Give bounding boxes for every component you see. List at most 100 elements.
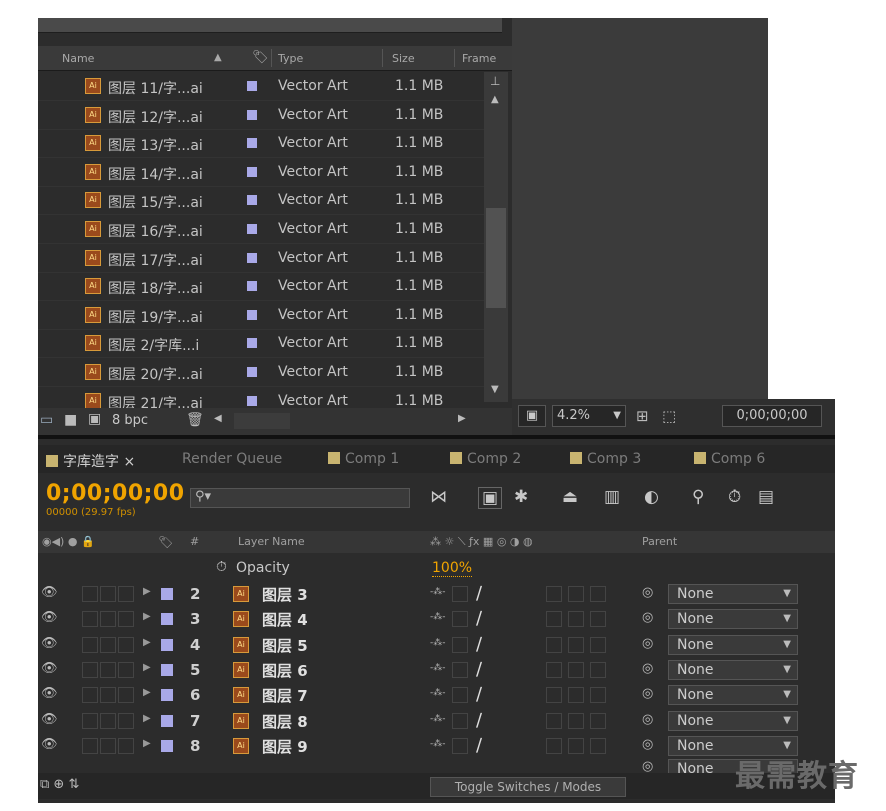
pick-whip-icon[interactable]: ◎ [642, 712, 653, 727]
layer-label-color[interactable] [161, 689, 173, 702]
shy-switch-icon[interactable]: -⁂- [430, 739, 446, 749]
frame-blending-icon[interactable]: ⏏ [562, 487, 578, 507]
opacity-value[interactable]: 100% [432, 560, 473, 577]
adjustment-switch[interactable] [568, 712, 584, 729]
project-item-row[interactable]: Ai 图层 17/字...ai Vector Art 1.1 MB [38, 244, 484, 273]
collapse-switch[interactable] [452, 661, 468, 678]
3d-layer-switch[interactable] [590, 712, 606, 729]
motion-blur-switch[interactable] [546, 687, 562, 704]
expand-triangle-icon[interactable]: ▶ [143, 738, 151, 749]
quality-slash-icon[interactable]: ∕ [476, 684, 482, 705]
visibility-eye-icon[interactable]: 👁 [41, 661, 58, 676]
project-item-row[interactable]: Ai 图层 16/字...ai Vector Art 1.1 MB [38, 215, 484, 244]
layer-row[interactable]: 👁 ▶ 4 Ai 图层 5 -⁂- ∕ ◎ None ▼ [38, 633, 835, 658]
adjustment-switch[interactable] [568, 611, 584, 628]
pick-whip-icon[interactable]: ◎ [642, 686, 653, 701]
expand-triangle-icon[interactable]: ▶ [143, 662, 151, 673]
column-frame[interactable]: Frame [462, 52, 496, 65]
comp-mini-flowchart-icon[interactable]: ⋈ [430, 487, 447, 507]
pick-whip-icon[interactable]: ◎ [642, 737, 653, 752]
layer-label-color[interactable] [161, 638, 173, 651]
visibility-eye-icon[interactable]: 👁 [41, 737, 58, 752]
label-tag-icon[interactable]: 🏷 [158, 535, 173, 549]
horizontal-scroll-thumb[interactable] [234, 413, 290, 429]
layer-name[interactable]: 图层 3 [262, 584, 308, 605]
layer-row[interactable]: 👁 ▶ 2 Ai 图层 3 -⁂- ∕ ◎ None ▼ [38, 582, 835, 607]
new-composition-icon[interactable]: ▣ [88, 411, 101, 427]
label-color-swatch[interactable] [247, 195, 257, 206]
project-item-row[interactable]: Ai 图层 13/字...ai Vector Art 1.1 MB [38, 129, 484, 159]
draft-3d-icon[interactable]: ▣ [478, 487, 503, 509]
collapse-switch[interactable] [452, 636, 468, 653]
collapse-switch[interactable] [452, 737, 468, 754]
parent-select[interactable]: None ▼ [668, 634, 798, 655]
expand-triangle-icon[interactable]: ▶ [143, 687, 151, 698]
project-scroll-thumb[interactable] [486, 208, 506, 308]
flowchart-icon[interactable]: ⊥ [490, 74, 500, 88]
expand-triangle-icon[interactable]: ▶ [143, 611, 151, 622]
project-item-row[interactable]: Ai 图层 18/字...ai Vector Art 1.1 MB [38, 272, 484, 302]
column-type[interactable]: Type [278, 52, 303, 65]
collapse-switch[interactable] [452, 611, 468, 628]
current-time-display[interactable]: 0;00;00;00 [46, 481, 185, 506]
adjustment-switch[interactable] [568, 687, 584, 704]
parent-select[interactable]: None ▼ [668, 609, 798, 630]
column-layer-name[interactable]: Layer Name [238, 535, 305, 548]
layer-name[interactable]: 图层 7 [262, 685, 308, 706]
motion-blur-icon[interactable]: ▥ [604, 487, 620, 507]
adjustment-switch[interactable] [568, 636, 584, 653]
motion-blur-switch[interactable] [546, 611, 562, 628]
layer-row[interactable]: 👁 ▶ 5 Ai 图层 6 -⁂- ∕ ◎ None ▼ [38, 658, 835, 683]
tab-comp-2[interactable]: Comp 1 [328, 451, 399, 467]
graph-toggle-icon[interactable]: ▤ [758, 487, 774, 507]
graph-editor-icon[interactable]: ◐ [644, 487, 659, 507]
layer-label-color[interactable] [161, 613, 173, 626]
audio-toggle[interactable] [82, 687, 98, 704]
solo-toggle[interactable] [100, 661, 116, 678]
audio-toggle[interactable] [82, 636, 98, 653]
solo-toggle[interactable] [100, 687, 116, 704]
tab-comp-3[interactable]: Comp 2 [450, 451, 521, 467]
collapse-switch[interactable] [452, 712, 468, 729]
visibility-eye-icon[interactable]: 👁 [41, 686, 58, 701]
expand-triangle-icon[interactable]: ▶ [143, 713, 151, 724]
shy-switch-icon[interactable]: -⁂- [430, 587, 446, 597]
shy-switch-icon[interactable]: -⁂- [430, 638, 446, 648]
label-color-swatch[interactable] [247, 81, 257, 91]
solo-toggle[interactable] [100, 737, 116, 754]
collapse-switch[interactable] [452, 687, 468, 704]
quality-slash-icon[interactable]: ∕ [476, 608, 482, 629]
3d-layer-switch[interactable] [590, 661, 606, 678]
visibility-eye-icon[interactable]: 👁 [41, 636, 58, 651]
sort-up-icon[interactable]: ▲ [214, 52, 222, 63]
label-color-swatch[interactable] [247, 252, 257, 263]
toggle-switches-modes-button[interactable]: Toggle Switches / Modes [430, 777, 626, 797]
av-features-icon[interactable]: ◉◀) ● 🔒 [42, 535, 95, 548]
scroll-up-icon[interactable]: ▲ [491, 94, 499, 105]
viewer-timecode[interactable]: 0;00;00;00 [722, 405, 822, 427]
trash-icon[interactable]: 🗑 [186, 412, 204, 428]
motion-blur-switch[interactable] [546, 712, 562, 729]
quality-slash-icon[interactable]: ∕ [476, 583, 482, 604]
shy-switch-icon[interactable]: -⁂- [430, 612, 446, 622]
pick-whip-icon[interactable]: ◎ [642, 636, 653, 651]
tab-comp-4[interactable]: Comp 3 [570, 451, 641, 467]
stopwatch-icon[interactable]: ⏱ [728, 487, 741, 507]
column-number[interactable]: # [190, 535, 199, 548]
solo-toggle[interactable] [100, 586, 116, 602]
layer-name[interactable]: 图层 6 [262, 660, 308, 681]
solo-toggle[interactable] [100, 712, 116, 729]
audio-toggle[interactable] [82, 712, 98, 729]
project-search-input[interactable] [38, 18, 502, 33]
tab-comp-5[interactable]: Comp 6 [694, 451, 765, 467]
bit-depth-button[interactable]: 8 bpc [112, 413, 148, 428]
audio-toggle[interactable] [82, 661, 98, 678]
lock-toggle[interactable] [118, 661, 134, 678]
project-item-row[interactable]: Ai 图层 11/字...ai Vector Art 1.1 MB [38, 72, 484, 101]
motion-blur-switch[interactable] [546, 586, 562, 602]
stopwatch-icon[interactable]: ⏱ [216, 559, 227, 575]
lock-toggle[interactable] [118, 737, 134, 754]
label-tag-icon[interactable]: 🏷 [252, 50, 269, 65]
column-name[interactable]: Name [62, 52, 94, 65]
switches-icons[interactable]: ⁂ ☼ ⟍ ƒx ▦ ◎ ◑ ◍ [430, 535, 533, 549]
